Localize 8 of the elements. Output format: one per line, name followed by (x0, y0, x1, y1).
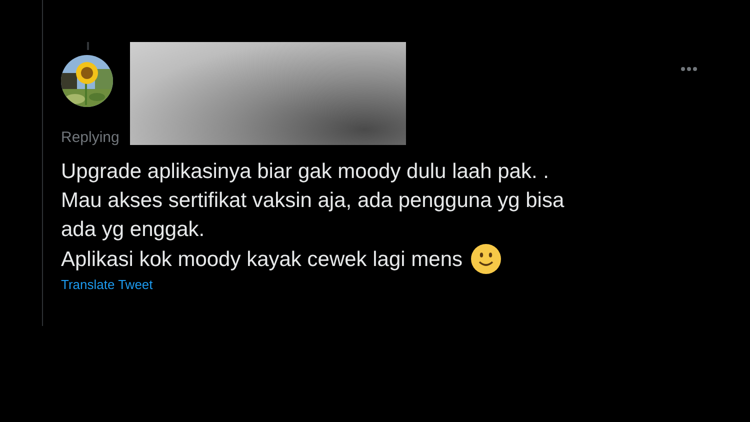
more-icon[interactable] (680, 66, 698, 72)
translate-link[interactable]: Translate Tweet (61, 277, 153, 292)
smiley-icon (470, 244, 501, 274)
tweet-text: Upgrade aplikasinya biar gak moody dulu laah pak. . (61, 159, 549, 185)
replying-to-text: Replying (61, 129, 120, 147)
tweet-text: Aplikasi kok moody kayak cewek lagi mens (61, 246, 463, 272)
tweet-text: ada yg enggak. (61, 217, 205, 243)
tweet-text: Mau akses sertifikat vaksin aja, ada pengguna yg bisa (61, 188, 564, 214)
